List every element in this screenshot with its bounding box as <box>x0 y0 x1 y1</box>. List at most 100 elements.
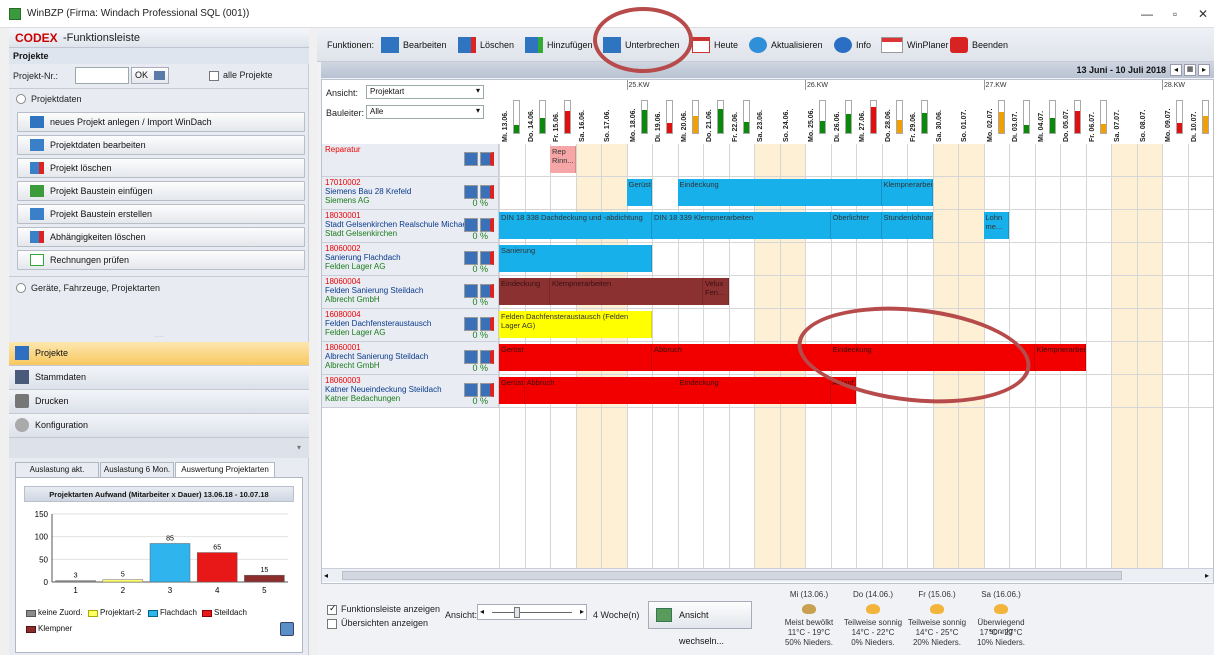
gantt-bar[interactable]: Gerüst <box>499 377 525 404</box>
gantt-bar[interactable]: Eindeckung <box>677 377 831 404</box>
nav-projekte[interactable]: Projekte <box>9 342 309 366</box>
row-delete-icon[interactable] <box>480 317 494 331</box>
projektdaten-header[interactable]: Projektdaten <box>31 94 82 104</box>
info-button[interactable]: Info <box>834 37 871 53</box>
tab-auslastung-6mon[interactable]: Auslastung 6 Mon. <box>100 462 174 478</box>
today-button[interactable]: Heute <box>692 37 738 53</box>
y-tick-label: 0 <box>44 578 49 587</box>
nav-stammdaten[interactable]: Stammdaten <box>9 366 309 390</box>
gantt-bar[interactable]: Felden Dachfensteraustausch (Felden Lage… <box>499 311 652 338</box>
create-module-button[interactable]: Projekt Baustein erstellen <box>17 204 305 224</box>
projnr-input[interactable] <box>75 67 129 84</box>
tab-auslastung-akt[interactable]: Auslastung akt. Ansicht <box>15 462 99 488</box>
gantt-bar[interactable]: Sanierung <box>499 245 652 272</box>
calendar-picker-icon[interactable]: ▦ <box>1184 64 1196 76</box>
ok-button[interactable]: OK <box>131 67 169 84</box>
delete-dependencies-button[interactable]: Abhängigkeiten löschen <box>17 227 305 247</box>
add-button[interactable]: Hinzufügen <box>525 37 593 53</box>
prev-chevron-icon[interactable]: ◂ <box>1170 64 1182 76</box>
gantt-bar[interactable]: Gerüst <box>626 179 652 206</box>
gantt-bar[interactable]: Klempnerarbeiten <box>1034 344 1086 371</box>
scroll-left-icon[interactable]: ◂ <box>324 571 328 580</box>
gantt-bar[interactable]: DIN 18 339 Klempnerarbeiten <box>652 212 831 239</box>
row-delete-icon[interactable] <box>480 383 494 397</box>
project-row[interactable]: 18060002 Sanierung Flachdach Felden Lager … <box>322 243 499 276</box>
delete-project-button[interactable]: Projekt löschen <box>17 158 305 178</box>
next-chevron-icon[interactable]: ▸ <box>1198 64 1210 76</box>
gantt-bar[interactable]: Klempnerarbeiten <box>881 179 933 206</box>
edit-button[interactable]: Bearbeiten <box>381 37 447 53</box>
bauleiter-select[interactable]: Alle ▾ <box>366 105 484 119</box>
minimize-button[interactable]: — <box>1132 4 1162 24</box>
nav-drucken[interactable]: Drucken <box>9 390 309 414</box>
edit-project-button[interactable]: Projektdaten bearbeiten <box>17 135 305 155</box>
check-invoices-button[interactable]: Rechnungen prüfen <box>17 250 305 270</box>
project-row[interactable]: 16080004 Felden Dachfensteraustausch Felde… <box>322 309 499 342</box>
gantt-bar[interactable]: Lohn me... <box>983 212 1009 239</box>
nav-overflow-chevron-icon[interactable]: ▾ <box>9 438 309 458</box>
gantt-bar[interactable]: Gerüst <box>499 344 652 371</box>
gantt-bar[interactable]: Eindeckung <box>677 179 882 206</box>
gantt-bar[interactable]: Stundenlohnarbeiten <box>881 212 933 239</box>
weather-icon <box>930 604 944 614</box>
winplaner-button[interactable]: WinPlaner <box>881 37 949 53</box>
tab-auswertung-projektarten[interactable]: Auswertung Projektarten <box>175 462 275 478</box>
ansicht-select[interactable]: Projektart ▾ <box>366 85 484 99</box>
switch-view-button[interactable]: Ansicht wechseln... <box>648 601 752 646</box>
show-sidebar-checkbox[interactable]: ✓ <box>327 603 337 615</box>
gantt-bar[interactable]: Oberlichter <box>830 212 882 239</box>
slider-handle[interactable] <box>514 607 520 618</box>
row-edit-icon[interactable] <box>464 317 478 331</box>
horizontal-scrollbar[interactable]: ◂ ▸ <box>322 568 1213 582</box>
project-row[interactable]: 17010002 Siemens Bau 28 Krefeld Siemens AG… <box>322 177 499 210</box>
new-project-button[interactable]: neues Projekt anlegen / Import WinDach <box>17 112 305 132</box>
row-edit-icon[interactable] <box>464 350 478 364</box>
slider-right-icon[interactable]: ▸ <box>580 607 584 616</box>
project-row[interactable]: 18030001 Stadt Gelsenkirchen Realschule M… <box>322 210 499 243</box>
capacity-fill <box>641 110 647 133</box>
collapse-projektdaten-icon[interactable] <box>16 94 26 104</box>
gantt-bar[interactable]: Eindeckung <box>499 278 550 305</box>
project-row[interactable]: 18060001 Albrecht Sanierung Steildach Albr… <box>322 342 499 375</box>
row-delete-icon[interactable] <box>480 251 494 265</box>
project-row[interactable]: Reparatur <box>322 144 499 177</box>
nav-konfiguration[interactable]: Konfiguration <box>9 414 309 438</box>
quit-button[interactable]: Beenden <box>950 37 1008 53</box>
row-edit-icon[interactable] <box>464 383 478 397</box>
scroll-right-icon[interactable]: ▸ <box>1205 571 1209 580</box>
project-row[interactable]: 18060004 Felden Sanierung Steildach Albrec… <box>322 276 499 309</box>
row-delete-icon[interactable] <box>480 152 494 166</box>
row-edit-icon[interactable] <box>464 185 478 199</box>
row-edit-icon[interactable] <box>464 218 478 232</box>
geraete-header[interactable]: Geräte, Fahrzeuge, Projektarten <box>31 283 160 293</box>
row-edit-icon[interactable] <box>464 251 478 265</box>
refresh-button[interactable]: Aktualisieren <box>749 37 823 53</box>
weeks-slider[interactable]: ◂ ▸ <box>477 604 587 620</box>
row-delete-icon[interactable] <box>480 218 494 232</box>
row-delete-icon[interactable] <box>480 185 494 199</box>
show-overviews-checkbox[interactable] <box>327 619 337 629</box>
collapse-geraete-icon[interactable] <box>16 283 26 293</box>
maximize-button[interactable]: ▫ <box>1160 4 1190 24</box>
gantt-bar[interactable]: Abbruch <box>524 377 703 404</box>
gantt-bar[interactable]: DIN 18 338 Dachdeckung und -abdichtung <box>499 212 652 239</box>
view-label: Ansicht: <box>445 610 478 620</box>
refresh-chart-icon[interactable] <box>280 622 294 636</box>
weather-icon <box>866 604 880 614</box>
project-row[interactable]: 18060003 Katner Neueindeckung Steildach Ka… <box>322 375 499 408</box>
all-projects-checkbox[interactable] <box>209 71 219 81</box>
close-button[interactable]: ✕ <box>1188 4 1214 24</box>
row-edit-icon[interactable] <box>464 152 478 166</box>
splitter[interactable]: ····· <box>9 334 309 340</box>
row-delete-icon[interactable] <box>480 284 494 298</box>
scroll-thumb[interactable] <box>342 571 1122 580</box>
delete-button[interactable]: Löschen <box>458 37 514 53</box>
slider-left-icon[interactable]: ◂ <box>480 607 484 616</box>
project-name: Sanierung Flachdach <box>325 253 401 262</box>
row-edit-icon[interactable] <box>464 284 478 298</box>
gantt-bar[interactable]: Rep Rinn... <box>550 146 576 173</box>
gantt-bar[interactable]: Klempnerarbeiten <box>550 278 703 305</box>
row-delete-icon[interactable] <box>480 350 494 364</box>
insert-module-button[interactable]: Projekt Baustein einfügen <box>17 181 305 201</box>
gantt-bar[interactable]: Velux Fen... <box>703 278 729 305</box>
